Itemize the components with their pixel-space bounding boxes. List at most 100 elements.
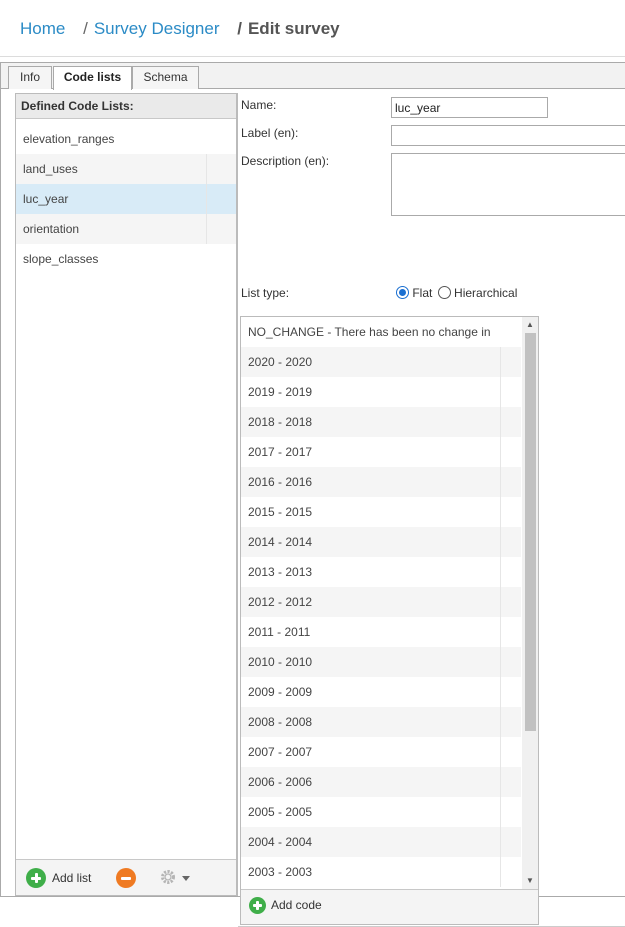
breadcrumb-home[interactable]: Home xyxy=(20,19,65,38)
code-row[interactable]: 2007 - 2007 xyxy=(241,737,521,767)
list-type-label: List type: xyxy=(241,286,290,300)
code-label: 2010 - 2010 xyxy=(248,655,313,669)
list-type-hierarchical-label[interactable]: Hierarchical xyxy=(454,286,517,300)
cell-divider xyxy=(500,467,501,497)
code-row[interactable]: 2005 - 2005 xyxy=(241,797,521,827)
code-row[interactable]: 2011 - 2011 xyxy=(241,617,521,647)
list-actions-menu[interactable] xyxy=(159,867,193,889)
add-list-label: Add list xyxy=(52,871,92,885)
list-item-label: land_uses xyxy=(23,162,78,176)
list-item-label: slope_classes xyxy=(23,252,99,266)
codes-toolbar: Add code xyxy=(241,889,538,924)
cell-divider xyxy=(500,767,501,797)
list-type-hierarchical-radio[interactable] xyxy=(437,286,451,299)
cell-divider xyxy=(500,617,501,647)
editor-panel: Info Code lists Schema Defined Code List… xyxy=(0,62,625,927)
code-row[interactable]: 2019 - 2019 xyxy=(241,377,521,407)
code-label: 2013 - 2013 xyxy=(248,565,313,579)
cell-divider xyxy=(500,707,501,737)
code-label: 2003 - 2003 xyxy=(248,865,313,879)
cell-divider xyxy=(500,677,501,707)
cell-divider xyxy=(500,527,501,557)
code-label: 2009 - 2009 xyxy=(248,685,313,699)
code-row[interactable]: 2009 - 2009 xyxy=(241,677,521,707)
code-list-detail-pane: Name: Label (en): Description (en): List… xyxy=(237,93,625,927)
code-row[interactable]: 2013 - 2013 xyxy=(241,557,521,587)
code-label: NO_CHANGE - There has been no change in xyxy=(248,325,491,339)
list-item-luc-year[interactable]: luc_year xyxy=(16,184,236,214)
breadcrumb-survey-designer[interactable]: Survey Designer xyxy=(94,19,220,38)
scroll-up-arrow-icon[interactable]: ▲ xyxy=(522,318,538,332)
code-row[interactable]: 2015 - 2015 xyxy=(241,497,521,527)
breadcrumb-separator: / xyxy=(237,19,242,38)
tab-code-lists[interactable]: Code lists xyxy=(53,66,132,90)
code-label: 2008 - 2008 xyxy=(248,715,313,729)
code-row[interactable]: 2014 - 2014 xyxy=(241,527,521,557)
cell-divider xyxy=(500,587,501,617)
tab-schema[interactable]: Schema xyxy=(132,66,199,89)
list-type-flat-label[interactable]: Flat xyxy=(412,286,432,300)
code-lists-pane: Defined Code Lists: elevation_ranges lan… xyxy=(15,93,237,896)
add-code-label: Add code xyxy=(271,898,322,912)
code-row[interactable]: 2006 - 2006 xyxy=(241,767,521,797)
cell-divider xyxy=(500,347,501,377)
code-row[interactable]: 2020 - 2020 xyxy=(241,347,521,377)
code-row[interactable]: 2018 - 2018 xyxy=(241,407,521,437)
code-lists-header: Defined Code Lists: xyxy=(16,94,236,119)
cell-divider xyxy=(500,857,501,887)
code-label: 2017 - 2017 xyxy=(248,445,313,459)
code-label: 2019 - 2019 xyxy=(248,385,313,399)
code-label: 2006 - 2006 xyxy=(248,775,313,789)
add-list-button[interactable]: Add list xyxy=(26,867,116,889)
code-label: 2012 - 2012 xyxy=(248,595,313,609)
scrollbar-thumb[interactable] xyxy=(525,333,536,731)
code-label: 2020 - 2020 xyxy=(248,355,313,369)
minus-circle-icon[interactable] xyxy=(116,868,136,888)
cell-divider xyxy=(500,497,501,527)
gear-icon xyxy=(161,870,175,884)
name-field[interactable] xyxy=(391,97,548,118)
label-en-field[interactable] xyxy=(391,125,625,146)
code-label: 2014 - 2014 xyxy=(248,535,313,549)
cell-divider xyxy=(500,407,501,437)
code-label: 2004 - 2004 xyxy=(248,835,313,849)
code-row[interactable]: NO_CHANGE - There has been no change in xyxy=(241,317,521,347)
cell-divider xyxy=(500,557,501,587)
code-label: 2016 - 2016 xyxy=(248,475,313,489)
breadcrumb: Home / Survey Designer / Edit survey xyxy=(20,19,340,39)
code-row[interactable]: 2004 - 2004 xyxy=(241,827,521,857)
list-type-radio-group: Flat Hierarchical xyxy=(396,286,517,300)
add-code-button[interactable]: Add code xyxy=(249,896,339,918)
list-type-flat-radio[interactable] xyxy=(396,286,409,299)
code-row[interactable]: 2017 - 2017 xyxy=(241,437,521,467)
codes-list: NO_CHANGE - There has been no change in … xyxy=(241,317,521,889)
header-divider xyxy=(0,56,625,57)
list-item-label: luc_year xyxy=(23,192,69,206)
code-row[interactable]: 2016 - 2016 xyxy=(241,467,521,497)
codes-scrollbar[interactable]: ▲ ▼ xyxy=(522,317,538,889)
cell-divider xyxy=(500,377,501,407)
list-item-slope-classes[interactable]: slope_classes xyxy=(16,244,236,274)
code-row[interactable]: 2003 - 2003 xyxy=(241,857,521,887)
caret-down-icon xyxy=(182,876,190,881)
tab-info[interactable]: Info xyxy=(8,66,52,89)
list-item-orientation[interactable]: orientation xyxy=(16,214,236,244)
cell-divider xyxy=(500,827,501,857)
name-label: Name: xyxy=(241,98,277,112)
list-item-label: elevation_ranges xyxy=(23,132,115,146)
tab-strip: Info Code lists Schema xyxy=(1,63,625,90)
breadcrumb-separator: / xyxy=(83,19,88,38)
scroll-down-arrow-icon[interactable]: ▼ xyxy=(522,874,538,888)
cell-divider xyxy=(206,214,207,244)
label-en-label: Label (en): xyxy=(241,126,299,140)
list-item-land-uses[interactable]: land_uses xyxy=(16,154,236,184)
code-label: 2015 - 2015 xyxy=(248,505,313,519)
code-label: 2018 - 2018 xyxy=(248,415,313,429)
cell-divider xyxy=(500,437,501,467)
code-row[interactable]: 2008 - 2008 xyxy=(241,707,521,737)
codes-grid: NO_CHANGE - There has been no change in … xyxy=(240,316,539,925)
description-en-field[interactable] xyxy=(391,153,625,216)
code-row[interactable]: 2012 - 2012 xyxy=(241,587,521,617)
list-item-elevation-ranges[interactable]: elevation_ranges xyxy=(16,124,236,154)
code-row[interactable]: 2010 - 2010 xyxy=(241,647,521,677)
